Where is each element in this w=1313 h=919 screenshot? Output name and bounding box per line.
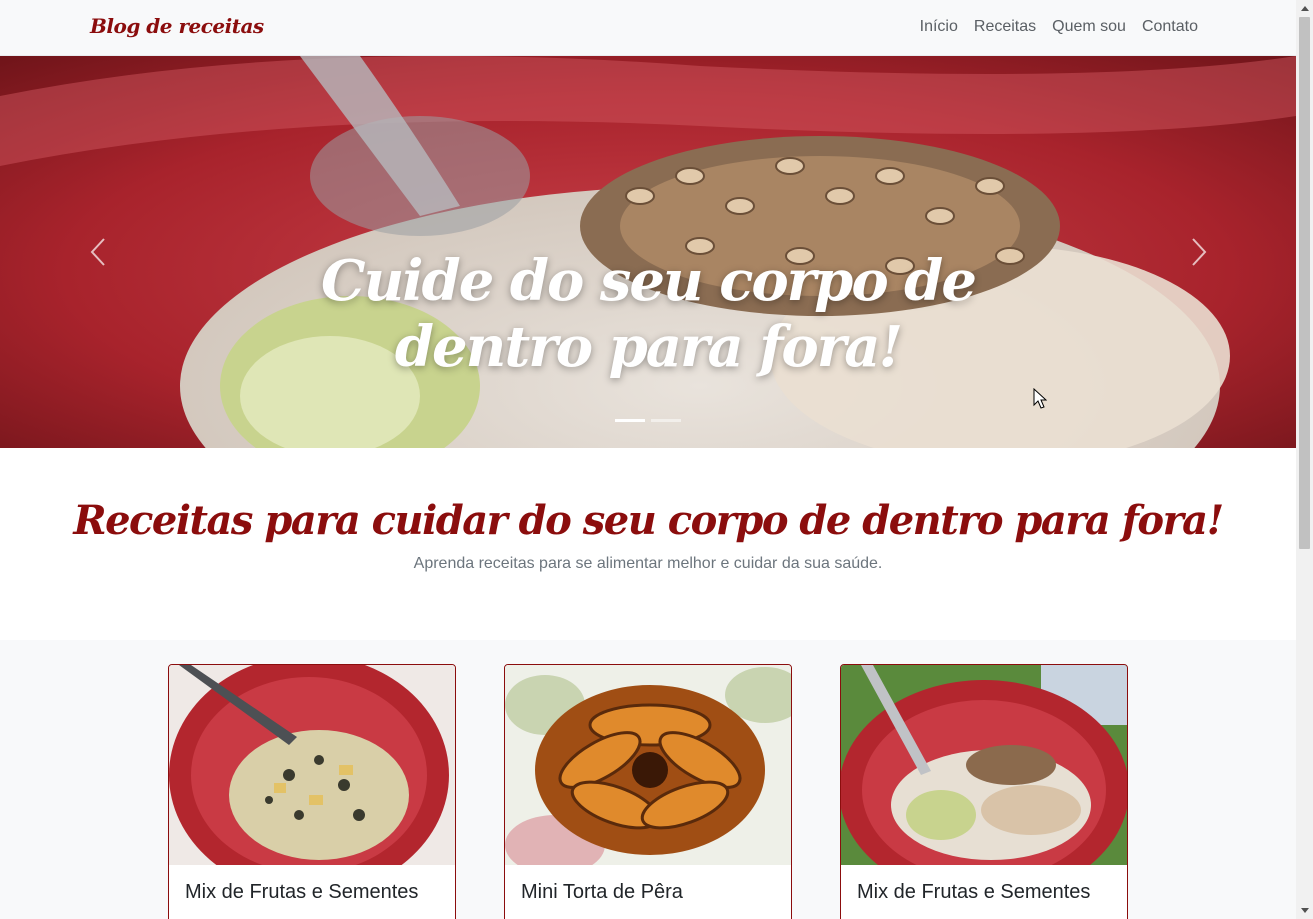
recipe-card-title: Mini Torta de Pêra xyxy=(521,881,683,903)
recipes-section: Mix de Frutas e Sementes Mini Torta de P… xyxy=(0,640,1296,919)
carousel-next-button[interactable] xyxy=(1183,232,1215,272)
recipe-card-title: Mix de Frutas e Sementes xyxy=(857,881,1091,903)
recipe-card[interactable]: Mix de Frutas e Sementes xyxy=(840,664,1128,919)
nav-link-contato[interactable]: Contato xyxy=(1142,18,1198,36)
chevron-left-icon xyxy=(90,238,105,266)
chevron-right-icon xyxy=(1192,238,1207,266)
arrow-up-icon xyxy=(1300,6,1309,11)
hero-caption: Cuide do seu corpo de dentro para fora! xyxy=(321,248,977,380)
hero-carousel: Cuide do seu corpo de dentro para fora! xyxy=(0,56,1296,448)
page: Blog de receitas Início Receitas Quem so… xyxy=(0,0,1296,919)
nav-link-quem-sou[interactable]: Quem sou xyxy=(1052,18,1126,36)
scroll-down-button[interactable] xyxy=(1296,902,1313,919)
navbar: Blog de receitas Início Receitas Quem so… xyxy=(0,0,1296,56)
scroll-up-button[interactable] xyxy=(1296,0,1313,17)
brand-logo[interactable]: Blog de receitas xyxy=(90,14,264,38)
pear-tart-photo xyxy=(505,665,791,865)
mouse-cursor-icon xyxy=(1033,388,1047,409)
recipe-card-title: Mix de Frutas e Sementes xyxy=(185,881,419,903)
carousel-indicators xyxy=(615,419,681,422)
fruit-seed-bowl-photo xyxy=(169,665,455,865)
fruit-seed-bowl-photo xyxy=(841,665,1127,865)
scrollbar-thumb[interactable] xyxy=(1299,17,1310,549)
nav-links: Início Receitas Quem sou Contato xyxy=(920,18,1198,36)
recipe-card[interactable]: Mini Torta de Pêra xyxy=(504,664,792,919)
intro-subtitle: Aprenda receitas para se alimentar melho… xyxy=(413,555,883,572)
carousel-indicator-1[interactable] xyxy=(615,419,645,422)
intro-title: Receitas para cuidar do seu corpo de den… xyxy=(73,497,1224,544)
nav-link-receitas[interactable]: Receitas xyxy=(974,18,1036,36)
carousel-indicator-2[interactable] xyxy=(651,419,681,422)
nav-link-inicio[interactable]: Início xyxy=(920,18,958,36)
intro-section: Receitas para cuidar do seu corpo de den… xyxy=(0,448,1296,640)
carousel-prev-button[interactable] xyxy=(82,232,114,272)
recipe-card[interactable]: Mix de Frutas e Sementes xyxy=(168,664,456,919)
vertical-scrollbar[interactable] xyxy=(1296,0,1313,919)
arrow-down-icon xyxy=(1300,908,1309,913)
